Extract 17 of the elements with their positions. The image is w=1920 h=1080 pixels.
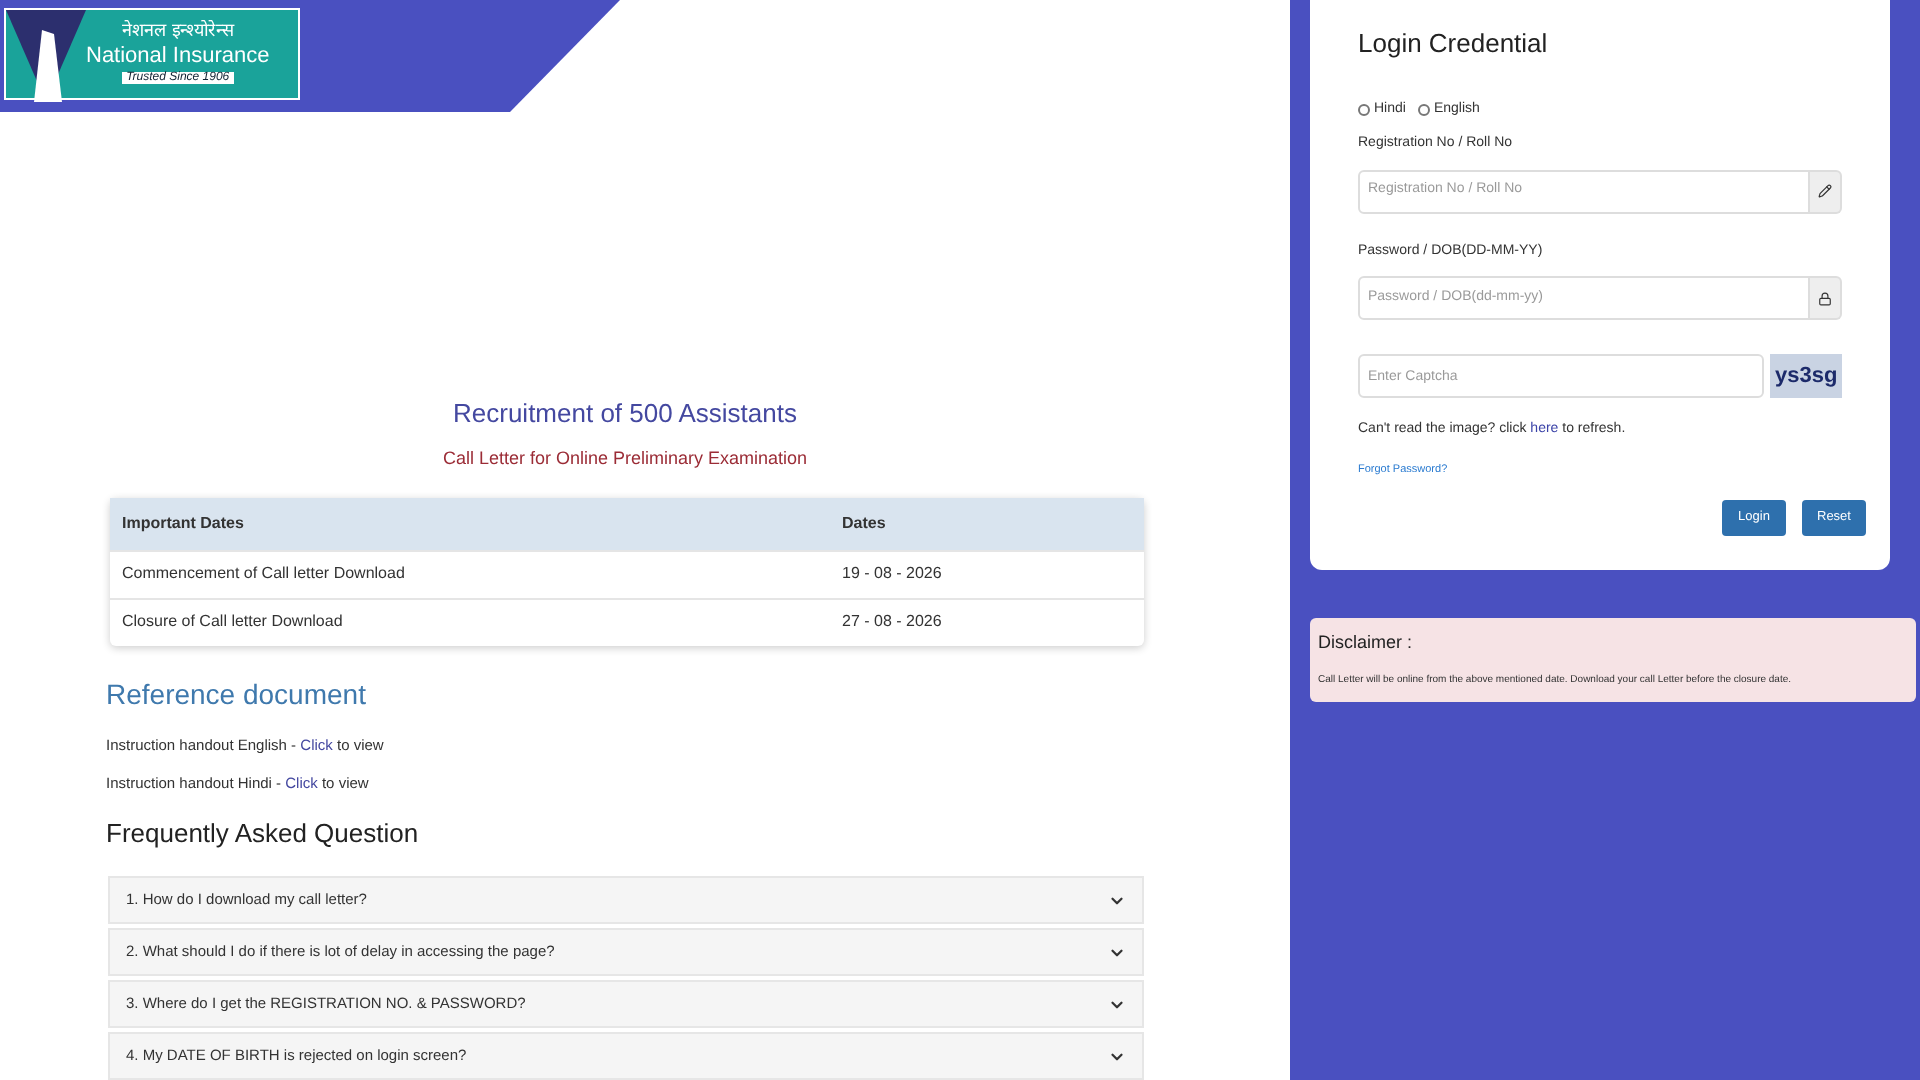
section-heading: Frequently Asked Question	[106, 815, 421, 852]
captcha-image: ys3sg	[1770, 354, 1842, 398]
table-header: Important Dates	[120, 511, 246, 535]
page-subtitle: Call Letter for Online Preliminary Examination	[440, 446, 810, 472]
table-cell-text: Closure of Call letter Download	[120, 610, 345, 634]
login-title: Login Credential	[1358, 26, 1550, 62]
table-cell-text: 19 - 08 - 2026	[840, 562, 942, 586]
table-cell-text: 27 - 08 - 2026	[840, 610, 942, 634]
section-heading: Reference document	[106, 675, 368, 713]
lock-icon	[1818, 291, 1832, 305]
logo-name-text: National Insurance	[86, 46, 270, 68]
pencil-icon	[1818, 184, 1832, 198]
logo-hindi-text: नेशनल इन्श्योरेन्स	[121, 24, 234, 42]
disclaimer-title: Disclaimer :	[1318, 630, 1415, 656]
table-header: Dates	[840, 511, 886, 535]
table-cell-text: Commencement of Call letter Download	[120, 562, 407, 586]
page-title: Recruitment of 500 Assistants	[451, 398, 799, 430]
